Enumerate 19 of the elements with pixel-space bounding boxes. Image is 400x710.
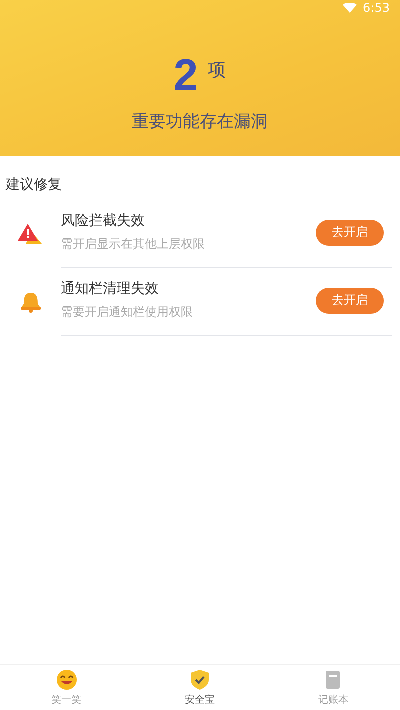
nav-tab[interactable]: 笑一笑 [52,692,82,706]
shield-icon [188,668,211,690]
issue-title: 通知栏清理失效 [61,280,160,298]
status-time: 6:53 [363,1,390,15]
issue-description: 需开启显示在其他上层权限 [61,236,206,253]
issue-description: 需要开启通知栏使用权限 [61,304,194,321]
issue-count: 2 [174,54,198,98]
enable-button[interactable]: 去开启 [316,220,384,246]
warning-icon [18,222,44,246]
bell-icon [18,290,44,314]
section-title: 建议修复 [4,176,63,195]
nav-tab[interactable]: 记账本 [318,692,348,706]
nav-tab[interactable]: 安全宝 [184,692,215,706]
issue-title: 风险拦截失效 [61,212,146,230]
count-unit: 项 [208,59,226,82]
wifi-icon [343,3,358,13]
header-subtitle: 重要功能存在漏洞 [132,111,268,133]
enable-button[interactable]: 去开启 [316,288,384,314]
smiley-icon [56,668,78,690]
